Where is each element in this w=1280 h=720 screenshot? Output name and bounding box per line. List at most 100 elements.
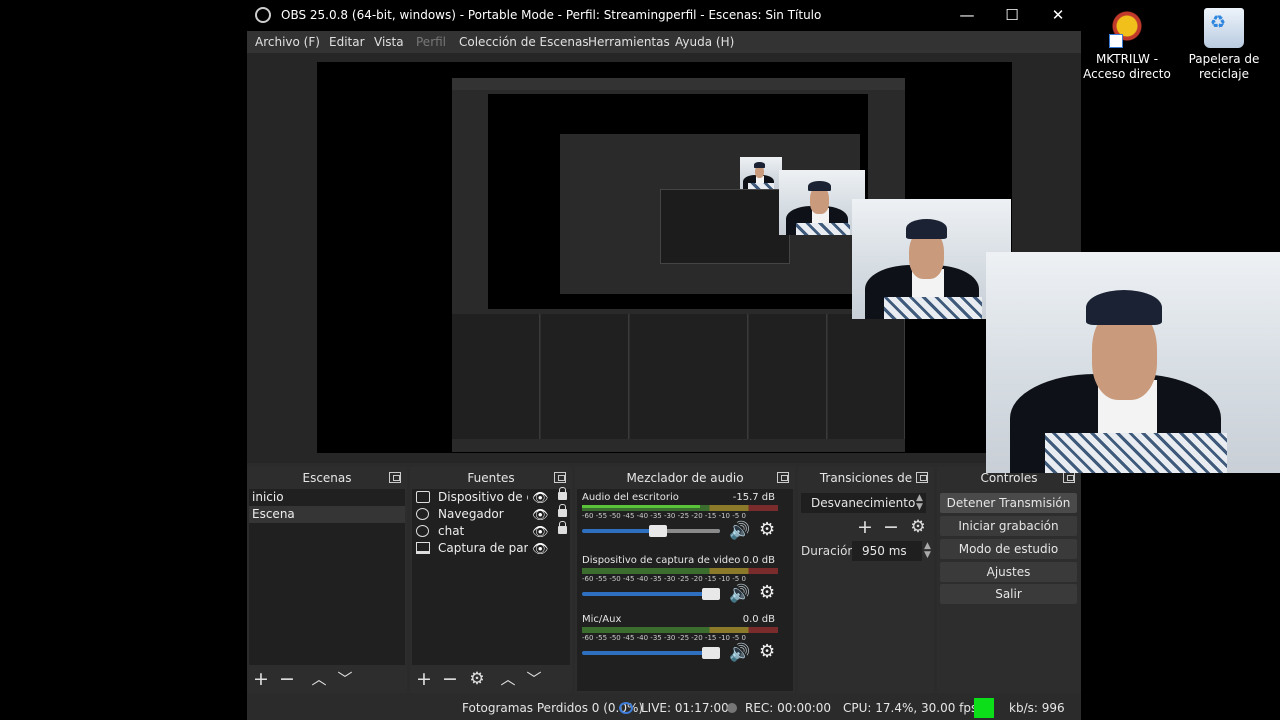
webcam-cap	[808, 181, 831, 192]
webcam-cap	[754, 162, 766, 168]
float-dock-icon[interactable]	[777, 472, 789, 483]
float-dock-icon[interactable]	[916, 472, 928, 483]
minimize-button[interactable]: —	[955, 4, 979, 26]
cpu-fps: CPU: 17.4%, 30.00 fps	[843, 701, 978, 715]
scenes-list: inicio Escena	[249, 489, 405, 665]
volume-slider[interactable]	[582, 525, 720, 537]
title-bar: OBS 25.0.8 (64-bit, windows) - Portable …	[247, 0, 1081, 31]
gear-icon[interactable]: ⚙	[759, 582, 775, 603]
visibility-eye-icon[interactable]: 👁	[532, 541, 549, 558]
obs-window: OBS 25.0.8 (64-bit, windows) - Portable …	[247, 0, 1081, 720]
volume-slider[interactable]	[582, 588, 720, 600]
move-source-up-button[interactable]: ︿	[496, 667, 520, 691]
webcam-box	[796, 223, 850, 235]
volume-meter	[582, 568, 778, 574]
nested-transitions-pane	[749, 314, 827, 439]
source-item[interactable]: Captura de pantal 👁	[412, 540, 570, 557]
remove-scene-button[interactable]: −	[275, 667, 299, 691]
rec-time: REC: 00:00:00	[745, 701, 832, 715]
nested-menu-bar	[452, 78, 905, 90]
channel-db: 0.0 dB	[742, 555, 775, 566]
scenes-dock: Escenas inicio Escena + − ︿ ﹀	[247, 467, 407, 693]
add-scene-button[interactable]: +	[249, 667, 273, 691]
float-dock-icon[interactable]	[389, 472, 401, 483]
sources-dock-title: Fuentes	[410, 467, 572, 489]
menu-ayuda[interactable]: Ayuda (H)	[675, 35, 734, 49]
source-name: Navegador	[438, 507, 504, 521]
transition-gear-icon[interactable]: ⚙	[906, 515, 930, 539]
volume-meter	[582, 505, 778, 511]
slider-rest	[657, 529, 720, 533]
maximize-button[interactable]: ☐	[1000, 4, 1024, 26]
webcam-cap	[906, 219, 948, 239]
menu-bar: Archivo (F) Editar Vista Perfil Colecció…	[247, 31, 1081, 53]
webcam-box	[1044, 433, 1228, 473]
exit-button[interactable]: Salir	[940, 584, 1077, 604]
lock-icon[interactable]	[558, 521, 567, 534]
visibility-eye-icon[interactable]: 👁	[532, 490, 549, 507]
connection-status-indicator	[974, 698, 994, 718]
sources-dock: Fuentes Dispositivo de cap 👁 Navegador 👁	[410, 467, 572, 693]
menu-herramientas[interactable]: Herramientas	[588, 35, 670, 49]
speaker-icon[interactable]: 🔊	[729, 643, 750, 663]
menu-vista[interactable]: Vista	[374, 35, 404, 49]
gear-icon[interactable]: ⚙	[759, 519, 775, 540]
add-transition-button[interactable]: +	[853, 515, 877, 539]
speaker-icon[interactable]: 🔊	[729, 584, 750, 604]
rec-dot-icon	[727, 703, 737, 713]
scene-item[interactable]: inicio	[249, 489, 405, 506]
transitions-dock: Transiciones de escena Desvanecimiento ▲…	[798, 467, 934, 693]
desktop-icon-label: Papelera de reciclaje	[1188, 52, 1260, 81]
nested-capture-3	[660, 189, 790, 264]
source-properties-gear-icon[interactable]: ⚙	[465, 667, 489, 691]
controls-title: Controles	[980, 471, 1038, 485]
volume-slider[interactable]	[582, 647, 720, 659]
duration-label: Duración	[801, 544, 856, 558]
desktop-icon-recycle-bin[interactable]: Papelera de reciclaje	[1179, 8, 1269, 82]
menu-archivo[interactable]: Archivo (F)	[255, 35, 320, 49]
duration-spinner-icon[interactable]: ▲ ▼	[924, 542, 931, 560]
slider-knob[interactable]	[702, 647, 720, 659]
slider-knob[interactable]	[648, 525, 667, 537]
duration-input[interactable]: 950 ms	[852, 541, 922, 561]
lock-icon[interactable]	[558, 504, 567, 517]
scene-item[interactable]: Escena	[249, 506, 405, 523]
volume-meter	[582, 627, 778, 633]
visibility-eye-icon[interactable]: 👁	[532, 524, 549, 541]
menu-perfil[interactable]: Perfil	[416, 35, 446, 49]
menu-coleccion-escenas[interactable]: Colección de Escenas	[459, 35, 589, 49]
source-item[interactable]: chat 👁	[412, 521, 570, 541]
globe-icon	[416, 508, 429, 520]
remove-transition-button[interactable]: −	[879, 515, 903, 539]
visibility-eye-icon[interactable]: 👁	[532, 507, 549, 524]
stop-streaming-button[interactable]: Detener Transmisión	[940, 493, 1077, 513]
remove-source-button[interactable]: −	[438, 667, 462, 691]
move-source-down-button[interactable]: ﹀	[522, 667, 546, 691]
window-title: OBS 25.0.8 (64-bit, windows) - Portable …	[281, 8, 822, 22]
source-item[interactable]: Navegador 👁	[412, 504, 570, 524]
speaker-icon[interactable]: 🔊	[729, 521, 750, 541]
nested-sources-pane	[541, 314, 629, 439]
float-dock-icon[interactable]	[1063, 472, 1075, 483]
channel-db: 0.0 dB	[742, 614, 775, 625]
nested-capture	[452, 62, 905, 452]
gear-icon[interactable]: ⚙	[759, 641, 775, 662]
studio-mode-button[interactable]: Modo de estudio	[940, 539, 1077, 559]
desktop-icon-mktrilw[interactable]: MKTRILW - Acceso directo	[1082, 8, 1172, 82]
menu-editar[interactable]: Editar	[329, 35, 365, 49]
start-recording-button[interactable]: Iniciar grabación	[940, 516, 1077, 536]
sources-list: Dispositivo de cap 👁 Navegador 👁 chat 👁	[412, 487, 570, 665]
lock-icon[interactable]	[558, 487, 567, 500]
move-scene-down-button[interactable]: ﹀	[333, 667, 357, 691]
settings-button[interactable]: Ajustes	[940, 562, 1077, 582]
add-source-button[interactable]: +	[412, 667, 436, 691]
move-scene-up-button[interactable]: ︿	[307, 667, 331, 691]
close-button[interactable]: ✕	[1046, 4, 1070, 26]
dropped-frames: Fotogramas Perdidos 0 (0.0%)	[462, 701, 644, 715]
transition-select[interactable]: Desvanecimiento	[801, 493, 926, 513]
bitrate: kb/s: 996	[1009, 701, 1065, 715]
float-dock-icon[interactable]	[554, 472, 566, 483]
mixer-dock-title: Mezclador de audio	[575, 467, 795, 489]
slider-knob[interactable]	[702, 588, 720, 600]
source-item[interactable]: Dispositivo de cap 👁	[412, 487, 570, 507]
